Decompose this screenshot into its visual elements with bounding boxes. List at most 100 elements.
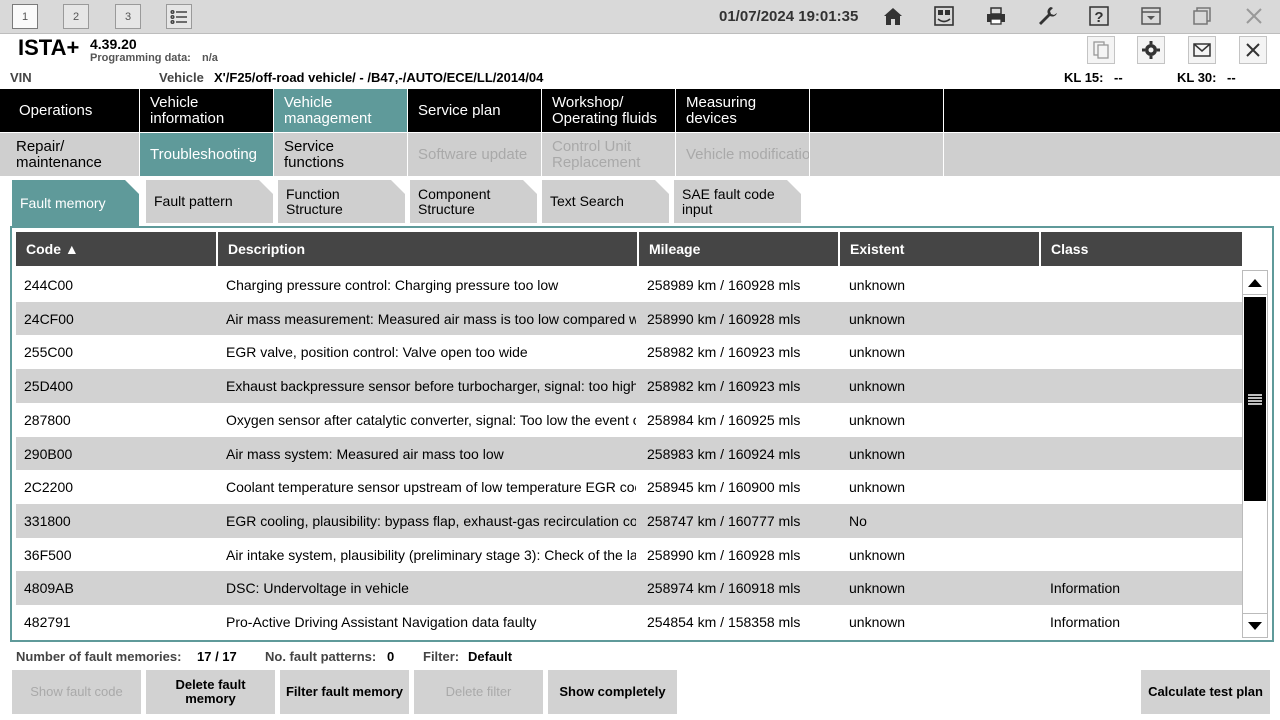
table-row[interactable]: 4809AB DSC: Undervoltage in vehicle 258974…: [16, 571, 1242, 606]
cell-code: 24CF00: [24, 310, 74, 327]
cell-description: EGR valve, position control: Valve open …: [226, 344, 528, 361]
cell-code: 290B00: [24, 445, 73, 462]
cell-class: [1050, 268, 1240, 302]
subnav-repair-maintenance[interactable]: Repair/ maintenance: [0, 133, 139, 176]
app-name: ISTA+: [18, 35, 80, 60]
printer-icon[interactable]: [983, 3, 1009, 29]
tab-function-structure[interactable]: Function Structure: [278, 180, 405, 223]
subnav-empty-slot: [810, 133, 943, 176]
subnav-troubleshooting[interactable]: Troubleshooting: [140, 133, 273, 176]
filter-label: Filter:: [423, 649, 460, 664]
show-completely-button[interactable]: Show completely: [548, 670, 677, 714]
kl30-label: KL 30:: [1177, 70, 1217, 85]
programming-data-label: Programming data:: [90, 52, 191, 64]
cell-existent: unknown: [849, 479, 906, 496]
cell-description: Exhaust backpressure sensor before turbo…: [226, 378, 636, 395]
programming-data-value: n/a: [202, 52, 218, 64]
main-nav: Operations Vehicle information Vehicle m…: [0, 89, 1280, 132]
column-header-code[interactable]: Code ▲: [16, 232, 216, 266]
table-row[interactable]: 2C2200 Coolant temperature sensor upstrea…: [16, 470, 1242, 505]
delete-fault-memory-button[interactable]: Delete fault memory: [146, 670, 275, 714]
cell-class: Information: [1050, 614, 1121, 630]
vehicle-value: X'/F25/off-road vehicle/ - /B47,-/AUTO/E…: [214, 70, 544, 85]
nav-measuring-devices[interactable]: Measuring devices: [676, 89, 809, 132]
cell-class: [1050, 302, 1240, 336]
minimize-icon[interactable]: [1138, 3, 1164, 29]
delete-filter-button[interactable]: Delete filter: [414, 670, 543, 714]
scrollbar[interactable]: [1242, 270, 1268, 638]
table-row[interactable]: 255C00 EGR valve, position control: Valve…: [16, 335, 1242, 370]
tab-text-search[interactable]: Text Search: [542, 180, 669, 223]
cell-mileage: 258945 km / 160900 mls: [647, 479, 801, 496]
window-2-button[interactable]: 2: [63, 4, 89, 29]
column-header-class[interactable]: Class: [1041, 232, 1242, 266]
calculate-test-plan-button[interactable]: Calculate test plan: [1141, 670, 1270, 714]
cell-code: 331800: [24, 512, 71, 529]
cell-code: 482791: [24, 614, 71, 630]
top-bar: 1 2 3 01/07/2024 19:01:35 ?: [0, 0, 1280, 34]
table-row[interactable]: 24CF00 Air mass measurement: Measured air…: [16, 301, 1242, 336]
scroll-up-button[interactable]: [1243, 271, 1267, 295]
cell-class: Information: [1050, 580, 1121, 597]
cell-description: DSC: Undervoltage in vehicle: [226, 580, 409, 597]
cell-code: 244C00: [24, 277, 74, 293]
tab-fault-memory[interactable]: Fault memory: [12, 180, 139, 226]
cell-code: 4809AB: [24, 580, 74, 597]
mail-icon[interactable]: [1188, 36, 1216, 64]
tab-sae-fault-code-input[interactable]: SAE fault code input: [674, 180, 801, 223]
table-row[interactable]: 482791 Pro-Active Driving Assistant Navig…: [16, 605, 1242, 639]
cell-description: Air intake system, plausibility (prelimi…: [226, 546, 636, 563]
fault-patterns-label: No. fault patterns:: [265, 649, 377, 664]
filter-value: Default: [468, 649, 513, 664]
list-icon[interactable]: [166, 4, 192, 29]
action-buttons: Show fault code Delete fault memory Filt…: [0, 670, 1280, 714]
table-row[interactable]: 36F500 Air intake system, plausibility (p…: [16, 537, 1242, 572]
scroll-thumb[interactable]: [1244, 297, 1266, 501]
svg-text:?: ?: [1094, 9, 1103, 26]
nav-vehicle-information[interactable]: Vehicle information: [140, 89, 273, 132]
vehicle-label: Vehicle: [159, 70, 204, 85]
subnav-vehicle-modification: Vehicle modification: [676, 133, 809, 176]
settings-gear-icon[interactable]: [1137, 36, 1165, 64]
filter-fault-memory-button[interactable]: Filter fault memory: [280, 670, 409, 714]
column-header-mileage[interactable]: Mileage: [639, 232, 838, 266]
window-1-button[interactable]: 1: [12, 4, 38, 29]
show-fault-code-button[interactable]: Show fault code: [12, 670, 141, 714]
table-row[interactable]: 25D400 Exhaust backpressure sensor before…: [16, 369, 1242, 404]
subnav-software-update: Software update: [408, 133, 541, 176]
cell-class: [1050, 538, 1240, 572]
table-row[interactable]: 331800 EGR cooling, plausibility: bypass …: [16, 503, 1242, 538]
nav-operations[interactable]: Operations: [0, 89, 139, 132]
close-session-icon[interactable]: [1239, 36, 1267, 64]
column-header-existent[interactable]: Existent: [840, 232, 1039, 266]
datetime-display: 01/07/2024 19:01:35: [719, 8, 859, 25]
cell-description: Charging pressure control: Charging pres…: [226, 277, 559, 293]
documents-icon[interactable]: [1087, 36, 1115, 64]
cell-description: EGR cooling, plausibility: bypass flap, …: [226, 512, 636, 529]
table-row[interactable]: 290B00 Air mass system: Measured air mass…: [16, 436, 1242, 471]
close-icon[interactable]: [1241, 3, 1267, 29]
table-row[interactable]: 244C00 Charging pressure control: Chargin…: [16, 268, 1242, 302]
home-icon[interactable]: [880, 3, 906, 29]
tab-fault-pattern[interactable]: Fault pattern: [146, 180, 273, 223]
subnav-control-unit-replacement: Control Unit Replacement: [542, 133, 675, 176]
vehicle-connection-icon[interactable]: [931, 3, 957, 29]
table-row[interactable]: 287800 Oxygen sensor after catalytic conv…: [16, 402, 1242, 437]
cell-existent: No: [849, 512, 867, 529]
help-icon[interactable]: ?: [1086, 3, 1112, 29]
app-header: ISTA+ 4.39.20 Programming data: n/a: [0, 35, 1280, 68]
window-3-button[interactable]: 3: [115, 4, 141, 29]
restore-icon[interactable]: [1189, 3, 1215, 29]
tab-component-structure[interactable]: Component Structure: [410, 180, 537, 223]
fault-tabs: Fault memory Fault pattern Function Stru…: [0, 180, 1280, 226]
nav-vehicle-management[interactable]: Vehicle management: [274, 89, 407, 132]
scroll-down-button[interactable]: [1243, 613, 1267, 637]
nav-workshop-operating-fluids[interactable]: Workshop/ Operating fluids: [542, 89, 675, 132]
subnav-service-functions[interactable]: Service functions: [274, 133, 407, 176]
vehicle-info-row: VIN Vehicle X'/F25/off-road vehicle/ - /…: [0, 68, 1280, 88]
nav-service-plan[interactable]: Service plan: [408, 89, 541, 132]
cell-code: 36F500: [24, 546, 72, 563]
column-header-description[interactable]: Description: [218, 232, 637, 266]
wrench-icon[interactable]: [1034, 3, 1060, 29]
fault-memories-value: 17 / 17: [197, 649, 237, 664]
